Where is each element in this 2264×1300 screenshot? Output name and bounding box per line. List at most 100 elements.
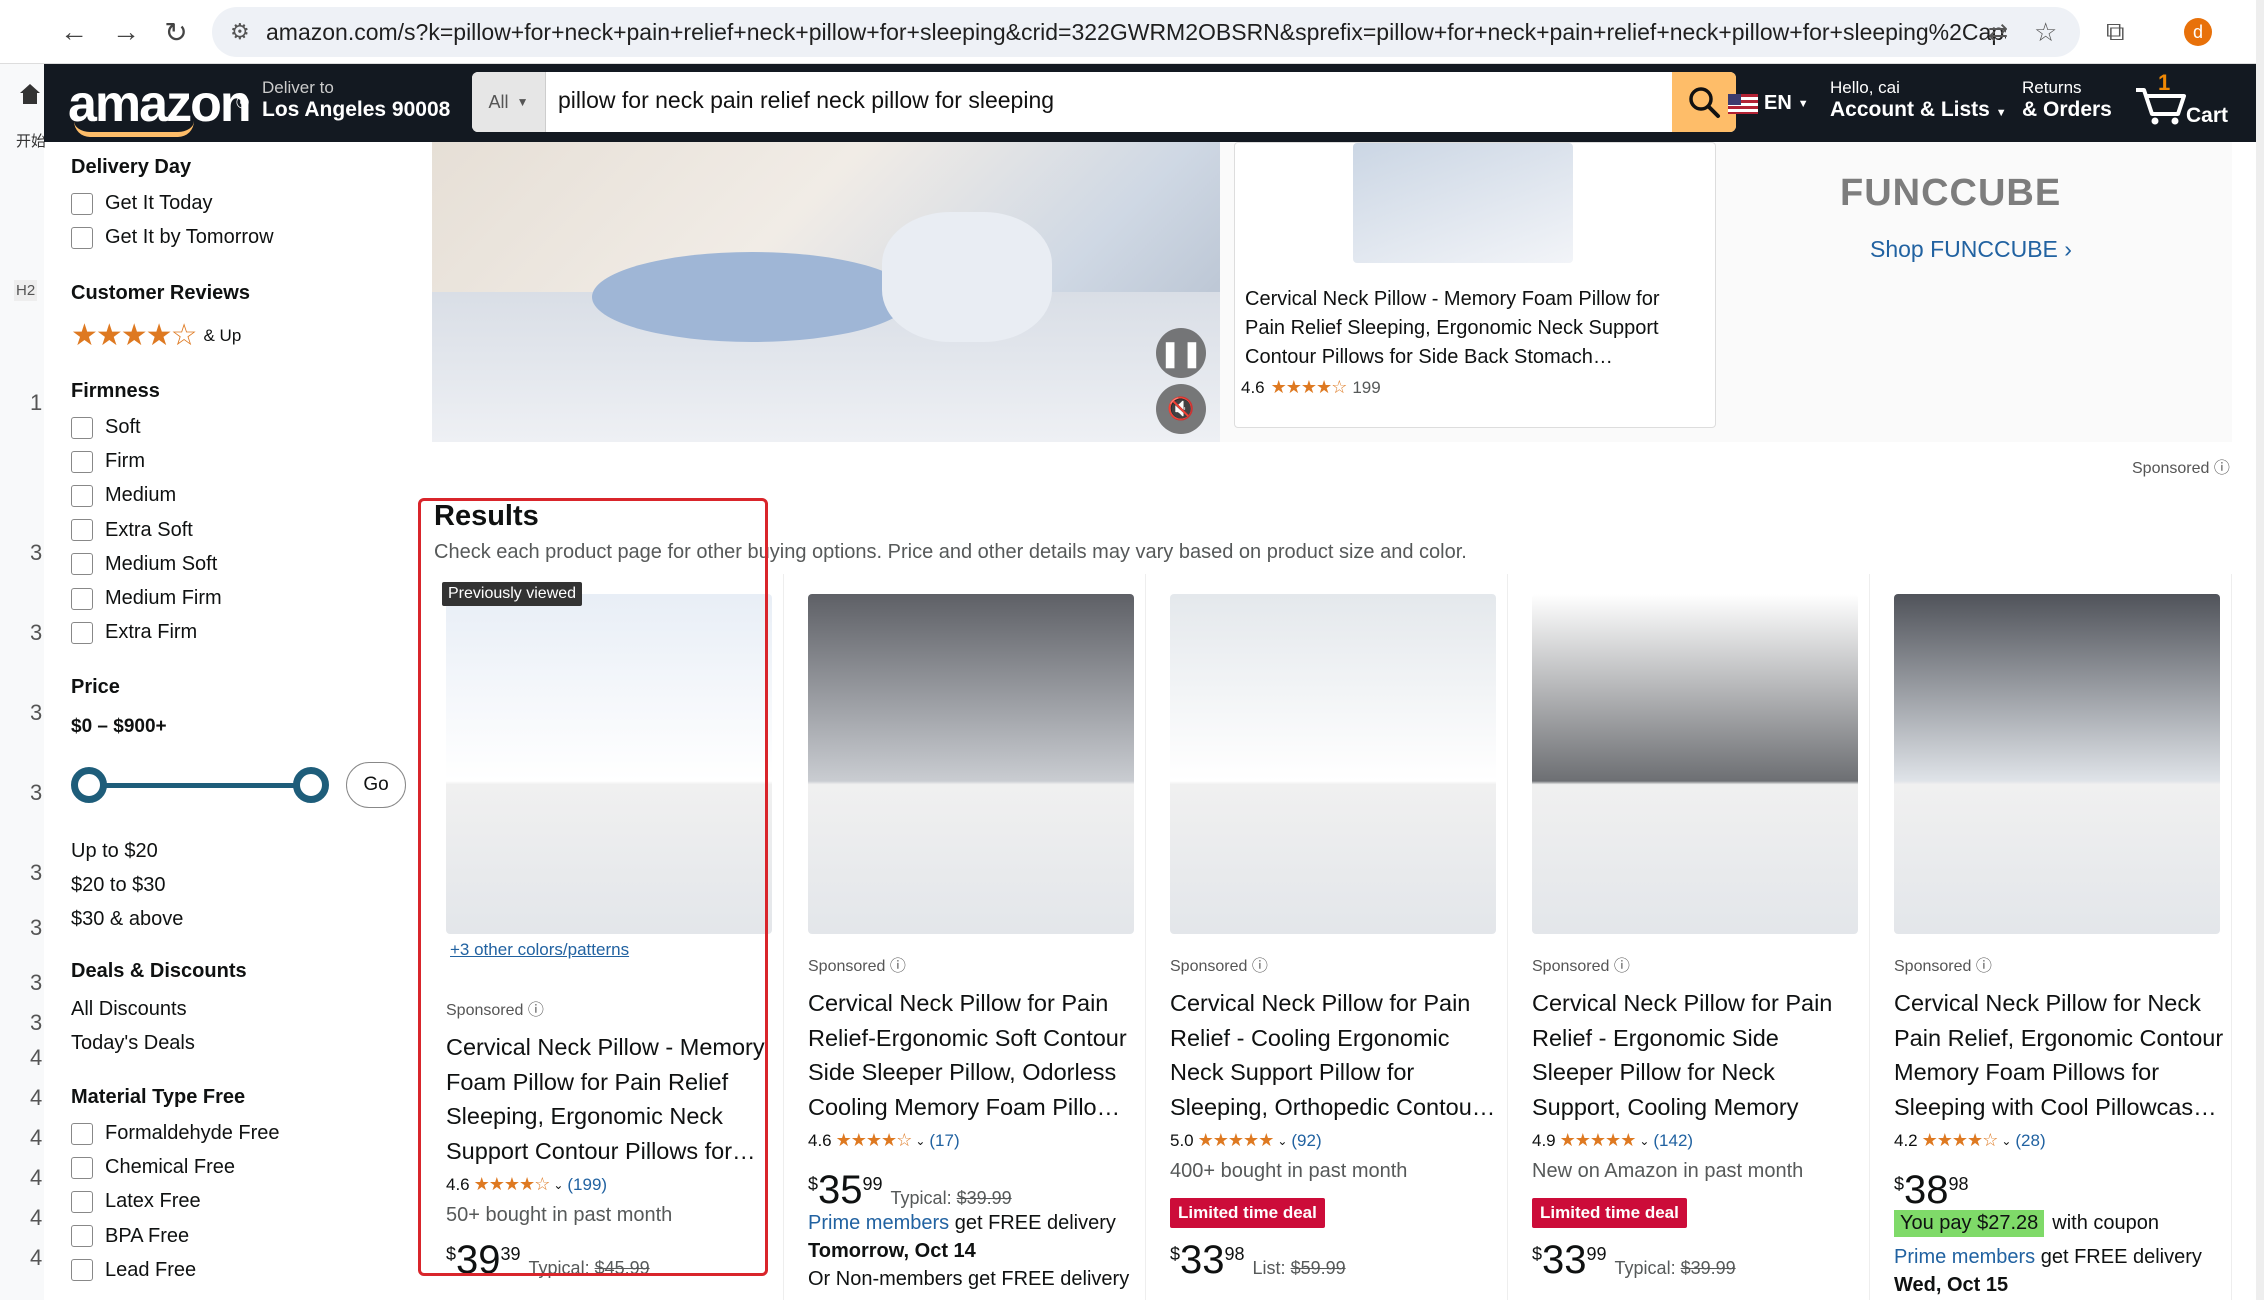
price-currency: $ — [1170, 1244, 1181, 1264]
rating-count: (92) — [1291, 1130, 1322, 1150]
sponsored-label[interactable]: Sponsored ⓘ — [1170, 952, 1268, 976]
site-settings-icon[interactable]: ⚙ — [230, 19, 250, 45]
prime-link[interactable]: Prime members — [1894, 1246, 2035, 1268]
reload-icon[interactable]: ↻ — [154, 10, 198, 54]
checkbox[interactable] — [71, 226, 93, 249]
coupon-offer[interactable]: You pay $27.28 with coupon — [1894, 1210, 2159, 1237]
product-rating[interactable]: 4.2 ★★★★☆ ⌄ (28) — [1894, 1130, 2046, 1151]
banner-video[interactable]: ❚❚ 🔇 — [432, 142, 1220, 442]
filter-option[interactable]: Medium Soft — [71, 553, 217, 576]
product-image[interactable] — [1170, 594, 1496, 934]
checkbox[interactable] — [71, 621, 93, 644]
forward-arrow-icon[interactable]: → — [104, 10, 148, 54]
prime-link[interactable]: Prime members — [808, 1212, 949, 1234]
filter-price-range[interactable]: $30 & above — [71, 908, 183, 931]
profile-avatar[interactable]: d — [2184, 18, 2212, 46]
price-slider-max-handle[interactable] — [293, 767, 329, 803]
filter-option[interactable]: Latex Free — [71, 1190, 201, 1213]
product-image[interactable] — [1532, 594, 1858, 934]
product-price[interactable]: $33 98 List: $59.99 — [1170, 1238, 1346, 1283]
checkbox[interactable] — [71, 416, 93, 439]
checkbox[interactable] — [71, 1259, 93, 1282]
product-title[interactable]: Cervical Neck Pillow for Pain Relief - E… — [1532, 986, 1862, 1124]
cart-link[interactable]: 1 Cart — [2134, 70, 2244, 132]
checkbox[interactable] — [71, 519, 93, 542]
checkbox[interactable] — [71, 1190, 93, 1213]
back-arrow-icon[interactable]: ← — [52, 10, 96, 54]
search-button[interactable] — [1672, 72, 1736, 132]
checkbox[interactable] — [71, 484, 93, 507]
banner-product-image[interactable] — [1353, 143, 1573, 263]
mute-icon[interactable]: 🔇 — [1156, 384, 1206, 434]
filter-get-it-today[interactable]: Get It Today — [71, 192, 212, 215]
search-category-select[interactable]: All ▼ — [472, 72, 546, 132]
checkbox[interactable] — [71, 192, 93, 215]
product-price[interactable]: $38 98 — [1894, 1168, 1969, 1213]
price-slider-track[interactable] — [87, 783, 311, 788]
language-selector[interactable]: EN ▼ — [1728, 92, 1809, 115]
filter-option[interactable]: Formaldehyde Free — [71, 1122, 280, 1145]
filter-option[interactable]: BPA Free — [71, 1225, 189, 1248]
bookmark-star-icon[interactable]: ☆ — [2034, 17, 2057, 48]
sponsored-label[interactable]: Sponsored ⓘ — [1894, 952, 1992, 976]
filter-option[interactable]: Chemical Free — [71, 1156, 235, 1179]
product-card[interactable]: Sponsored ⓘ Cervical Neck Pillow for Pain… — [796, 574, 1146, 1300]
shop-brand-link[interactable]: Shop FUNCCUBE › — [1870, 236, 2072, 263]
filter-option[interactable]: Medium — [71, 484, 176, 507]
product-title[interactable]: Cervical Neck Pillow for Pain Relief-Erg… — [808, 986, 1138, 1124]
filter-all-discounts[interactable]: All Discounts — [71, 998, 187, 1021]
filter-price-range[interactable]: Up to $20 — [71, 840, 158, 863]
banner-product-title[interactable]: Cervical Neck Pillow - Memory Foam Pillo… — [1245, 285, 1705, 372]
price-go-button[interactable]: Go — [346, 762, 406, 808]
info-icon: ⓘ — [1613, 958, 1630, 975]
sponsored-label[interactable]: Sponsored ⓘ — [1532, 952, 1630, 976]
product-title[interactable]: Cervical Neck Pillow for Neck Pain Relie… — [1894, 986, 2224, 1124]
filter-option[interactable]: Soft — [71, 416, 141, 439]
price-whole: 33 — [1542, 1238, 1587, 1282]
translate-icon[interactable]: ⇄ — [1988, 18, 2008, 47]
filter-label: Get It Today — [105, 192, 213, 214]
filter-4-stars-up[interactable]: ★★★★☆ & Up — [71, 318, 241, 353]
product-rating[interactable]: 4.9 ★★★★★ ⌄ (142) — [1532, 1130, 1693, 1151]
deliver-location: Los Angeles 90008 — [262, 98, 451, 121]
address-bar[interactable]: ⚙ amazon.com/s?k=pillow+for+neck+pain+re… — [212, 7, 2080, 57]
filter-option[interactable]: Extra Soft — [71, 519, 193, 542]
product-image[interactable] — [1894, 594, 2220, 934]
filter-option[interactable]: Lead Free — [71, 1259, 196, 1282]
filter-option[interactable]: Medium Firm — [71, 587, 222, 610]
account-lists-menu[interactable]: Hello, cai Account & Lists ▼ — [1830, 78, 2007, 122]
sponsored-label[interactable]: Sponsored ⓘ — [808, 952, 906, 976]
checkbox[interactable] — [71, 1156, 93, 1179]
product-card[interactable]: Sponsored ⓘ Cervical Neck Pillow for Pain… — [1520, 574, 1870, 1300]
sponsored-label[interactable]: Sponsored ⓘ — [2132, 454, 2230, 478]
extensions-icon[interactable]: ⧉ — [2106, 16, 2125, 48]
search-input[interactable]: pillow for neck pain relief neck pillow … — [558, 87, 1054, 114]
filter-label: Extra Firm — [105, 621, 198, 644]
filter-option[interactable]: Firm — [71, 450, 145, 473]
brand-logo[interactable]: FUNCCUBE — [1840, 172, 2061, 215]
product-rating[interactable]: 5.0 ★★★★★ ⌄ (92) — [1170, 1130, 1322, 1151]
product-rating[interactable]: 4.6 ★★★★☆ ⌄ (17) — [808, 1130, 960, 1151]
returns-orders-link[interactable]: Returns & Orders — [2022, 78, 2112, 122]
checkbox[interactable] — [71, 450, 93, 473]
checkbox[interactable] — [71, 1225, 93, 1248]
star-rating-icon: ★★★★☆ — [835, 1130, 913, 1150]
filter-price-range[interactable]: $20 to $30 — [71, 874, 166, 897]
product-card[interactable]: Sponsored ⓘ Cervical Neck Pillow for Pain… — [1158, 574, 1508, 1300]
filter-option[interactable]: Extra Firm — [71, 621, 197, 644]
checkbox[interactable] — [71, 587, 93, 610]
filter-get-it-by-tomorrow[interactable]: Get It by Tomorrow — [71, 226, 274, 249]
product-title[interactable]: Cervical Neck Pillow for Pain Relief - C… — [1170, 986, 1500, 1124]
product-price[interactable]: $35 99 Typical: $39.99 — [808, 1168, 1012, 1213]
product-image[interactable] — [808, 594, 1134, 934]
rating-count: (28) — [2015, 1130, 2046, 1150]
product-price[interactable]: $33 99 Typical: $39.99 — [1532, 1238, 1736, 1283]
checkbox[interactable] — [71, 553, 93, 576]
banner-product-card[interactable]: Cervical Neck Pillow - Memory Foam Pillo… — [1234, 142, 1716, 428]
checkbox[interactable] — [71, 1122, 93, 1145]
sponsored-banner: ❚❚ 🔇 Cervical Neck Pillow - Memory Foam … — [432, 142, 2232, 442]
filter-todays-deals[interactable]: Today's Deals — [71, 1032, 195, 1055]
product-card[interactable]: Sponsored ⓘ Cervical Neck Pillow for Neck… — [1882, 574, 2232, 1300]
price-slider-min-handle[interactable] — [71, 767, 107, 803]
pause-icon[interactable]: ❚❚ — [1156, 328, 1206, 378]
